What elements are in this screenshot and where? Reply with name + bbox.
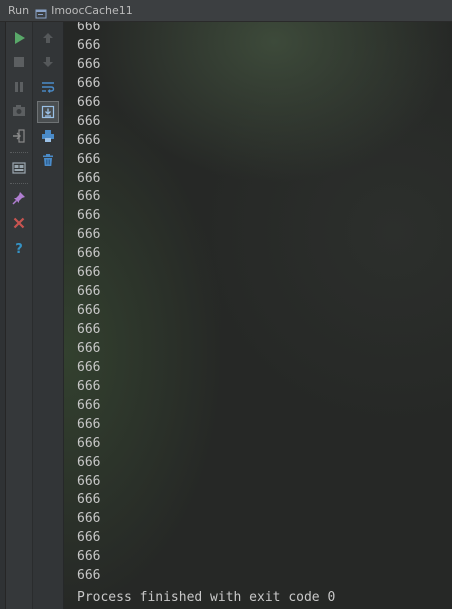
scroll-to-end-icon[interactable] — [37, 101, 59, 123]
run-configuration-name[interactable]: ImoocCache11 — [51, 4, 133, 17]
console-line: 666 — [77, 284, 101, 300]
soft-wrap-icon[interactable] — [38, 77, 58, 97]
console-line: 666 — [77, 473, 101, 489]
pause-icon[interactable] — [9, 77, 29, 97]
pin-icon[interactable] — [9, 188, 29, 208]
console-line: 666 — [77, 511, 101, 527]
console-line: 666 — [77, 378, 101, 394]
exit-icon[interactable] — [9, 126, 29, 146]
console-line: 666 — [77, 265, 101, 281]
console-line: 666 — [77, 397, 101, 413]
console-lines: 666 666 666 666 666 666 666 666 666 666 666 666 666 6… — [77, 22, 100, 586]
run-tab-label[interactable]: Run — [8, 4, 29, 17]
run-tool-window: Run ImoocCache11 ? 666 666 666 666 666 6… — [0, 0, 452, 609]
console-line: 666 — [77, 94, 101, 110]
console-line: 666 — [77, 568, 101, 584]
up-arrow-icon[interactable] — [38, 28, 58, 48]
console-line: 666 — [77, 322, 101, 337]
console-line: 666 — [77, 113, 101, 129]
console-line: 666 — [77, 454, 101, 470]
console-line: 666 — [77, 56, 101, 72]
console-line: 666 — [77, 359, 101, 375]
run-title-bar: Run ImoocCache11 — [0, 0, 452, 22]
console-line: 666 — [77, 435, 101, 451]
console-line: 666 — [77, 340, 101, 356]
console-line: 666 — [77, 549, 101, 565]
toolbar-separator — [10, 183, 28, 184]
console-line: 666 — [77, 132, 101, 148]
console-line: 666 — [77, 37, 101, 53]
console-line: 666 — [77, 151, 101, 167]
console-line: 666 — [77, 170, 101, 186]
console-line: 666 — [77, 75, 101, 91]
console-line: 666 — [77, 530, 101, 546]
console-line: 666 — [77, 227, 101, 243]
console-line: 666 — [77, 416, 101, 432]
console-output[interactable]: 666 666 666 666 666 666 666 666 666 666 666 666 666 6… — [64, 22, 452, 609]
stop-icon[interactable] — [9, 52, 29, 72]
run-toolbar-right — [33, 22, 64, 609]
layout-icon[interactable] — [9, 158, 29, 178]
console-line: 666 — [77, 22, 101, 34]
console-line: 666 — [77, 303, 101, 319]
clear-all-icon[interactable] — [38, 150, 58, 170]
console-line: 666 — [77, 246, 101, 262]
svg-text:?: ? — [15, 242, 23, 255]
dump-threads-icon[interactable] — [9, 101, 29, 121]
run-configuration-icon — [35, 5, 47, 18]
toolbar-separator — [10, 152, 28, 153]
console-line: 666 — [77, 492, 101, 508]
console-line: 666 — [77, 208, 101, 224]
rerun-icon[interactable] — [9, 28, 29, 48]
down-arrow-icon[interactable] — [38, 52, 58, 72]
close-icon[interactable] — [9, 213, 29, 233]
print-icon[interactable] — [38, 126, 58, 146]
console-line: 666 — [77, 189, 101, 205]
run-toolbar-left: ? — [6, 22, 33, 609]
process-exit-message: Process finished with exit code 0 — [77, 590, 336, 605]
help-icon[interactable]: ? — [9, 238, 29, 258]
